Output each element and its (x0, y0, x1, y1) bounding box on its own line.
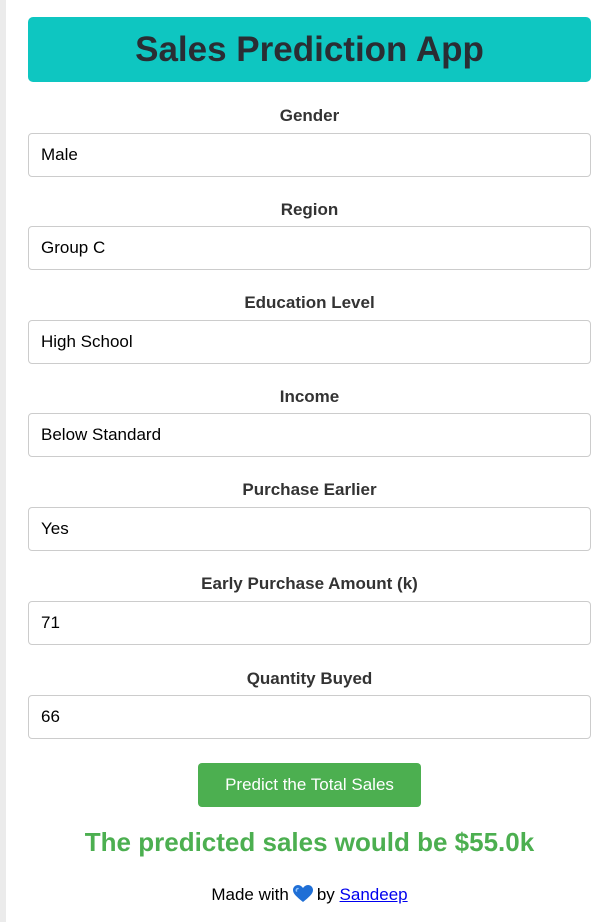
gender-label: Gender (279, 106, 340, 125)
early-purchase-amount-input[interactable] (28, 601, 591, 645)
quantity-buyed-label: Quantity Buyed (246, 669, 373, 688)
author-link[interactable]: Sandeep (340, 885, 408, 904)
field-region: Region (28, 200, 591, 270)
app-header: Sales Prediction App (28, 17, 591, 82)
footer-by: by (316, 885, 335, 904)
quantity-buyed-input[interactable] (28, 695, 591, 739)
field-purchase-earlier: Purchase Earlier (28, 480, 591, 551)
education-level-label: Education Level (244, 293, 375, 312)
early-purchase-amount-label: Early Purchase Amount (k) (201, 574, 418, 593)
field-income: Income (28, 387, 591, 457)
field-education-level: Education Level (28, 293, 591, 364)
app-container: Sales Prediction App Gender Region Educa… (28, 17, 591, 904)
income-label: Income (279, 387, 340, 406)
prediction-result: The predicted sales would be $55.0k (84, 827, 535, 857)
blue-heart-icon (292, 885, 313, 908)
app-title: Sales Prediction App (135, 29, 484, 69)
gender-input[interactable] (28, 133, 591, 177)
field-gender: Gender (28, 106, 591, 177)
footer-prefix: Made with (211, 885, 289, 904)
education-level-input[interactable] (28, 320, 591, 364)
income-input[interactable] (28, 413, 591, 457)
region-input[interactable] (28, 226, 591, 270)
purchase-earlier-input[interactable] (28, 507, 591, 551)
field-early-purchase-amount: Early Purchase Amount (k) (28, 574, 591, 645)
region-label: Region (280, 200, 339, 219)
purchase-earlier-label: Purchase Earlier (242, 480, 377, 499)
footer: Made with by Sandeep (28, 885, 591, 908)
predict-button[interactable]: Predict the Total Sales (198, 763, 421, 807)
page-left-rail (0, 0, 6, 922)
field-quantity-buyed: Quantity Buyed (28, 669, 591, 739)
